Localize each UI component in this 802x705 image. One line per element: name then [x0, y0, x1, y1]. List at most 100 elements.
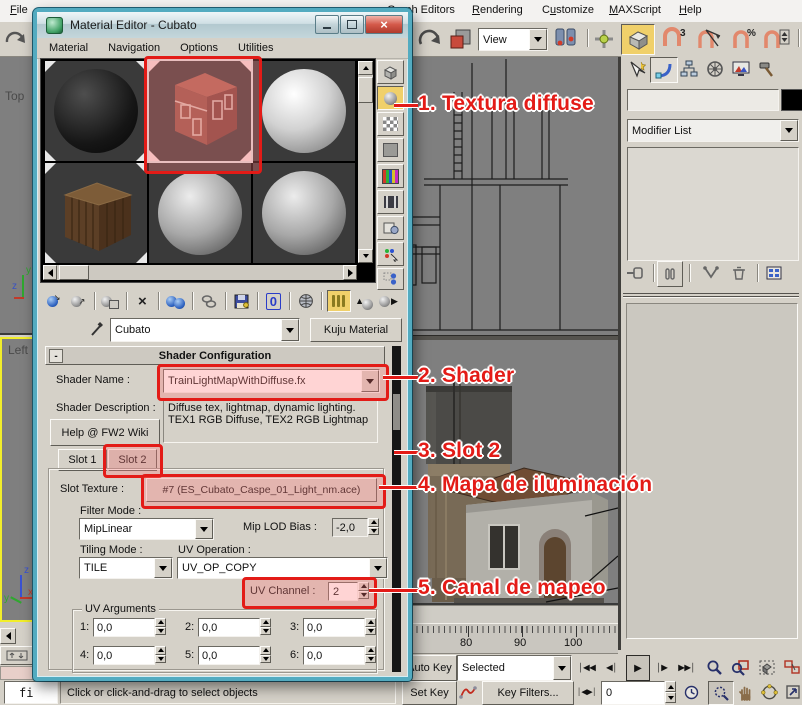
spinner-snap-icon[interactable]: [760, 25, 792, 53]
material-name-dropdown[interactable]: Cubato: [110, 318, 300, 342]
uv-arg-5-field[interactable]: 0,0: [198, 646, 260, 665]
sample-slot-6[interactable]: [253, 163, 355, 263]
zoom-extents-icon[interactable]: [755, 656, 779, 678]
minimize-button[interactable]: [315, 15, 339, 34]
show-map-in-viewport-icon[interactable]: [295, 291, 316, 311]
tab-modify-icon[interactable]: [650, 57, 678, 83]
get-material-icon[interactable]: ↘: [43, 291, 64, 311]
uv-arg-3-spinner[interactable]: [365, 618, 376, 635]
sample-slot-1[interactable]: [45, 61, 147, 161]
menu-item-options[interactable]: Options: [174, 39, 224, 57]
scrollbar-thumb[interactable]: [358, 77, 373, 103]
tab-create-icon[interactable]: [624, 57, 650, 81]
uv-arg-6-field[interactable]: 0,0: [303, 646, 365, 665]
object-name-field[interactable]: [627, 89, 779, 111]
chevron-down-icon[interactable]: [195, 519, 213, 539]
key-mode-toggle-icon[interactable]: │◀▶│: [576, 681, 598, 703]
chevron-down-icon[interactable]: [281, 319, 299, 341]
chevron-down-icon[interactable]: [553, 656, 571, 680]
tab-hierarchy-icon[interactable]: [676, 57, 702, 81]
menu-item-customize[interactable]: Customize: [536, 1, 600, 19]
go-to-end-button[interactable]: ▶▶│: [676, 655, 698, 679]
key-filters-button[interactable]: Key Filters...: [482, 681, 574, 705]
open-minicurve-editor-icon[interactable]: [0, 646, 34, 665]
mip-lod-bias-field[interactable]: -2,0: [332, 518, 368, 537]
trackbar-scroll-left-button[interactable]: [0, 628, 16, 644]
uv-arg-3-field[interactable]: 0,0: [303, 618, 365, 637]
filter-mode-dropdown[interactable]: MipLinear: [79, 518, 214, 540]
menu-item-utilities[interactable]: Utilities: [232, 39, 279, 57]
menu-item-material[interactable]: Material: [43, 39, 94, 57]
uv-arg-5-spinner[interactable]: [260, 646, 271, 663]
uv-arg-2-spinner[interactable]: [260, 618, 271, 635]
menu-item-help[interactable]: Help: [673, 1, 708, 19]
sample-type-icon[interactable]: [377, 60, 404, 84]
modifier-stack-list[interactable]: [627, 147, 799, 261]
assign-material-to-selection-icon[interactable]: [100, 291, 121, 311]
time-slider-ruler[interactable]: 0 80 90 100: [396, 623, 618, 654]
delete-material-icon[interactable]: ×: [132, 291, 153, 311]
pan-hand-icon[interactable]: [734, 681, 758, 703]
slots-vertical-scrollbar[interactable]: [358, 61, 373, 263]
maximize-button[interactable]: [340, 15, 364, 34]
selection-set-dropdown[interactable]: Selected: [457, 655, 572, 681]
go-to-start-button[interactable]: │◀◀: [576, 655, 598, 679]
angle-snap-icon[interactable]: 3: [658, 25, 690, 53]
material-editor-options-icon[interactable]: [377, 216, 404, 240]
mip-lod-bias-spinner[interactable]: [368, 518, 379, 535]
sample-uv-tiling-icon[interactable]: [377, 138, 404, 162]
chevron-down-icon[interactable]: [780, 120, 798, 141]
remove-modifier-icon[interactable]: [727, 263, 751, 283]
shader-configuration-rollout-header[interactable]: - Shader Configuration: [45, 346, 385, 365]
object-color-swatch[interactable]: [781, 89, 802, 111]
rollout-scrollbar[interactable]: [392, 346, 401, 672]
viewport-left[interactable]: Left z x y: [0, 337, 35, 622]
menu-item-file[interactable]: File: [4, 1, 34, 19]
play-button[interactable]: ▶: [626, 655, 650, 681]
make-unique-material-icon[interactable]: [198, 291, 219, 311]
pin-stack-icon[interactable]: [623, 263, 647, 283]
material-editor-titlebar[interactable]: Material Editor - Cubato ×: [37, 12, 408, 39]
material-map-navigator-icon[interactable]: [377, 268, 404, 290]
mirror-icon[interactable]: [0, 25, 30, 53]
region-zoom-icon[interactable]: [708, 681, 734, 705]
go-to-parent-icon[interactable]: ▲: [354, 291, 375, 311]
select-and-manipulate-icon[interactable]: [590, 25, 618, 53]
show-end-result-toggle-icon[interactable]: [327, 290, 350, 312]
current-frame-field[interactable]: 0: [601, 681, 665, 705]
select-and-scale-icon[interactable]: [447, 26, 475, 52]
make-material-copy-icon[interactable]: [164, 291, 187, 311]
use-pivot-point-icon[interactable]: [551, 25, 581, 53]
uv-arg-1-spinner[interactable]: [155, 618, 166, 635]
pick-material-eyedropper-icon[interactable]: [89, 318, 107, 338]
configure-modifier-sets-icon[interactable]: [762, 263, 786, 283]
put-to-library-icon[interactable]: [230, 291, 251, 311]
select-by-material-icon[interactable]: [377, 242, 404, 266]
snap-toggle-icon[interactable]: [621, 24, 655, 55]
close-button[interactable]: ×: [365, 15, 403, 34]
zoom-all-icon[interactable]: [728, 656, 752, 678]
chevron-down-icon[interactable]: [154, 558, 172, 578]
min-max-toggle-icon[interactable]: [781, 681, 802, 703]
background-icon[interactable]: [377, 112, 404, 136]
uv-arg-4-spinner[interactable]: [155, 646, 166, 663]
make-unique-icon[interactable]: [699, 263, 723, 283]
sample-slot-5[interactable]: [149, 163, 251, 263]
tab-utilities-icon[interactable]: [754, 57, 780, 81]
chevron-down-icon[interactable]: [529, 29, 547, 50]
menu-item-navigation[interactable]: Navigation: [102, 39, 166, 57]
menu-item-maxscript[interactable]: MAXScript: [603, 1, 667, 19]
rollout-collapse-button[interactable]: -: [49, 349, 63, 363]
rollout-scrollbar-thumb[interactable]: [393, 394, 400, 430]
select-and-rotate-icon[interactable]: [414, 25, 444, 53]
coordinate-system-dropdown[interactable]: View: [478, 28, 548, 51]
previous-frame-button[interactable]: ◀│: [601, 655, 623, 679]
viewport-top[interactable]: Top y z: [0, 57, 35, 335]
tab-motion-icon[interactable]: [702, 57, 728, 81]
slots-horizontal-scrollbar[interactable]: [43, 265, 357, 280]
angle-arc-snap-icon[interactable]: [694, 25, 726, 53]
uv-arg-2-field[interactable]: 0,0: [198, 618, 260, 637]
material-id-channel-icon[interactable]: 0: [263, 291, 284, 311]
make-preview-icon[interactable]: [377, 190, 404, 214]
uv-arg-1-field[interactable]: 0,0: [93, 618, 155, 637]
